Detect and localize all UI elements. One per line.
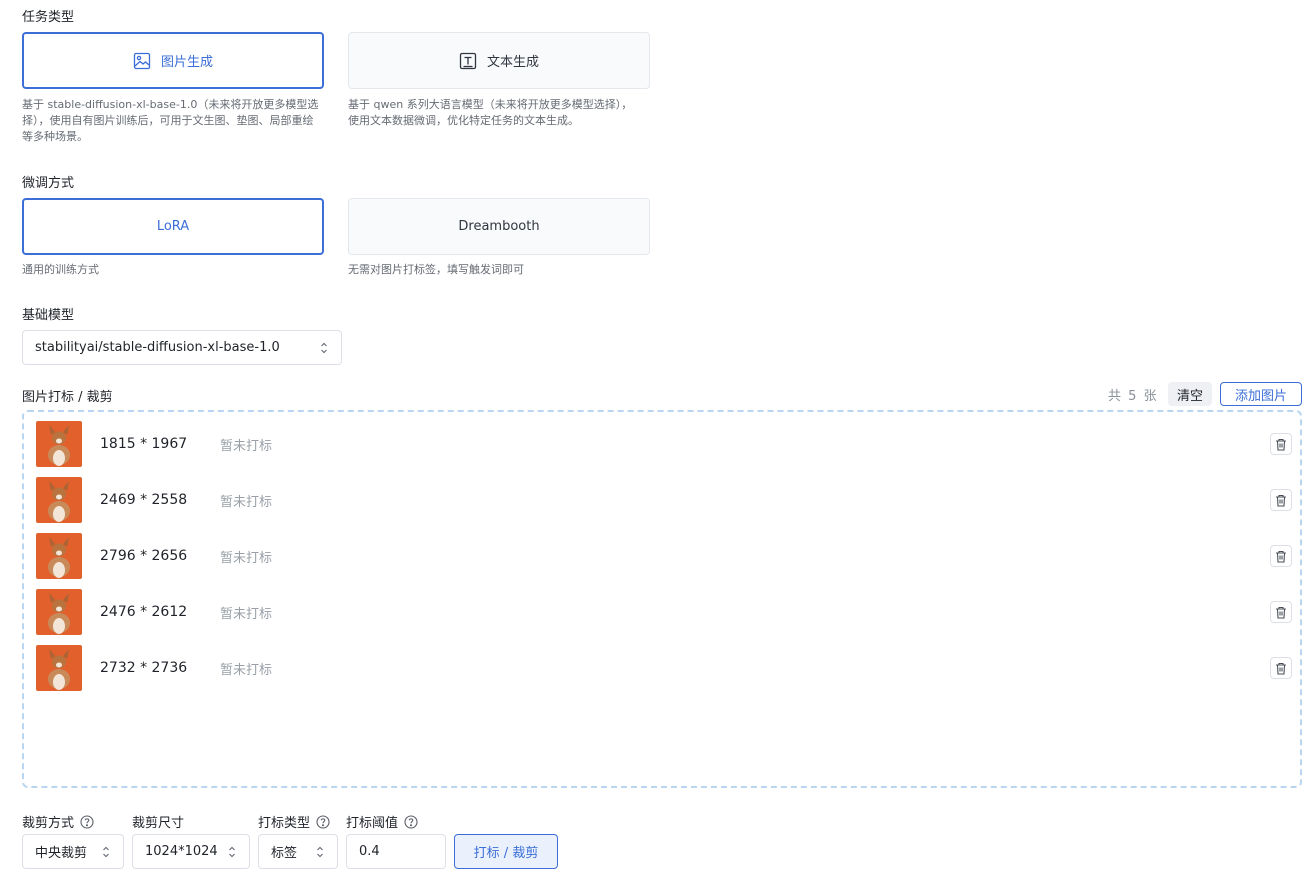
delete-image-button[interactable] <box>1270 657 1292 679</box>
trash-icon <box>1276 606 1286 619</box>
crop-mode-value: 中央裁剪 <box>35 846 88 861</box>
chevron-updown-icon <box>229 846 235 858</box>
task-option-text-generation[interactable]: 文本生成 <box>348 32 650 89</box>
delete-image-button[interactable] <box>1270 433 1292 455</box>
image-thumbnail[interactable] <box>36 589 82 635</box>
tag-type-label-text: 打标类型 <box>258 816 311 831</box>
image-thumbnail[interactable] <box>36 421 82 467</box>
image-row: 2476 * 2612 暂未打标 <box>36 588 1292 636</box>
image-tag-status: 暂未打标 <box>220 550 273 566</box>
image-thumbnail[interactable] <box>36 477 82 523</box>
image-dimensions: 2796 * 2656 <box>100 548 188 564</box>
image-dimensions: 2469 * 2558 <box>100 492 188 508</box>
tag-type-label: 打标类型 <box>258 812 330 831</box>
trash-icon <box>1276 494 1286 507</box>
finetune-option-description: 通用的训练方式 <box>22 263 99 276</box>
help-circle-icon[interactable] <box>316 814 330 829</box>
image-dimensions: 1815 * 1967 <box>100 436 188 452</box>
base-model-value: stabilityai/stable-diffusion-xl-base-1.0 <box>35 340 280 355</box>
crop-size-label: 裁剪尺寸 <box>132 812 184 831</box>
crop-size-value: 1024*1024 <box>145 844 218 859</box>
task-option-label: 文本生成 <box>486 55 539 70</box>
image-thumbnail[interactable] <box>36 533 82 579</box>
image-list-area: 1815 * 1967 暂未打标 2469 * 2558 暂未打标 2796 *… <box>22 410 1302 788</box>
threshold-label-text: 打标阈值 <box>346 816 399 831</box>
chevron-updown-icon <box>321 342 327 354</box>
threshold-input[interactable] <box>346 834 446 869</box>
image-row: 1815 * 1967 暂未打标 <box>36 420 1292 468</box>
finetune-option-lora[interactable]: LoRA <box>22 198 324 255</box>
tag-type-select[interactable]: 标签 <box>258 834 338 869</box>
image-row: 2796 * 2656 暂未打标 <box>36 532 1292 580</box>
help-circle-icon[interactable] <box>80 814 94 829</box>
task-option-description: 基于 stable-diffusion-xl-base-1.0（未来将开放更多模… <box>22 98 319 143</box>
add-image-button[interactable]: 添加图片 <box>1220 382 1302 406</box>
image-tag-status: 暂未打标 <box>220 606 273 622</box>
crop-mode-select[interactable]: 中央裁剪 <box>22 834 124 869</box>
text-icon <box>459 52 477 70</box>
trash-icon <box>1276 662 1286 675</box>
finetune-option-description: 无需对图片打标签，填写触发词即可 <box>348 263 524 276</box>
image-count-number: 5 <box>1128 389 1137 404</box>
image-dimensions: 2476 * 2612 <box>100 604 188 620</box>
delete-image-button[interactable] <box>1270 489 1292 511</box>
image-tag-status: 暂未打标 <box>220 494 273 510</box>
task-option-description: 基于 qwen 系列大语言模型（未来将开放更多模型选择），使用文本数据微调，优化… <box>348 98 633 127</box>
finetune-option-label: LoRA <box>156 219 190 234</box>
crop-mode-label: 裁剪方式 <box>22 812 94 831</box>
base-model-label: 基础模型 <box>22 308 75 323</box>
threshold-label: 打标阈值 <box>346 812 418 831</box>
image-row: 2732 * 2736 暂未打标 <box>36 644 1292 692</box>
trash-icon <box>1276 550 1286 563</box>
images-section-label: 图片打标 / 裁剪 <box>22 390 113 405</box>
image-row: 2469 * 2558 暂未打标 <box>36 476 1292 524</box>
crop-size-select[interactable]: 1024*1024 <box>132 834 250 869</box>
tag-type-value: 标签 <box>271 846 298 861</box>
delete-image-button[interactable] <box>1270 545 1292 567</box>
image-dimensions: 2732 * 2736 <box>100 660 188 676</box>
task-type-label: 任务类型 <box>22 10 75 25</box>
crop-mode-label-text: 裁剪方式 <box>22 816 75 831</box>
task-option-label: 图片生成 <box>160 55 213 70</box>
chevron-updown-icon <box>317 846 323 858</box>
delete-image-button[interactable] <box>1270 601 1292 623</box>
image-icon <box>133 52 151 70</box>
tag-crop-button[interactable]: 打标 / 裁剪 <box>454 834 558 869</box>
crop-size-label-text: 裁剪尺寸 <box>132 816 185 831</box>
image-count-suffix: 张 <box>1143 389 1157 404</box>
task-option-image-generation[interactable]: 图片生成 <box>22 32 324 89</box>
finetune-method-label: 微调方式 <box>22 176 75 191</box>
image-count-prefix: 共 <box>1108 389 1122 404</box>
base-model-select[interactable]: stabilityai/stable-diffusion-xl-base-1.0 <box>22 330 342 365</box>
trash-icon <box>1276 438 1286 451</box>
clear-images-button[interactable]: 清空 <box>1168 382 1212 406</box>
image-tag-status: 暂未打标 <box>220 662 273 678</box>
finetune-option-label: Dreambooth <box>458 219 540 234</box>
image-count: 共 5 张 <box>1108 385 1157 404</box>
help-circle-icon[interactable] <box>404 814 418 829</box>
image-tag-status: 暂未打标 <box>220 438 273 454</box>
image-thumbnail[interactable] <box>36 645 82 691</box>
chevron-updown-icon <box>103 846 109 858</box>
finetune-option-dreambooth[interactable]: Dreambooth <box>348 198 650 255</box>
